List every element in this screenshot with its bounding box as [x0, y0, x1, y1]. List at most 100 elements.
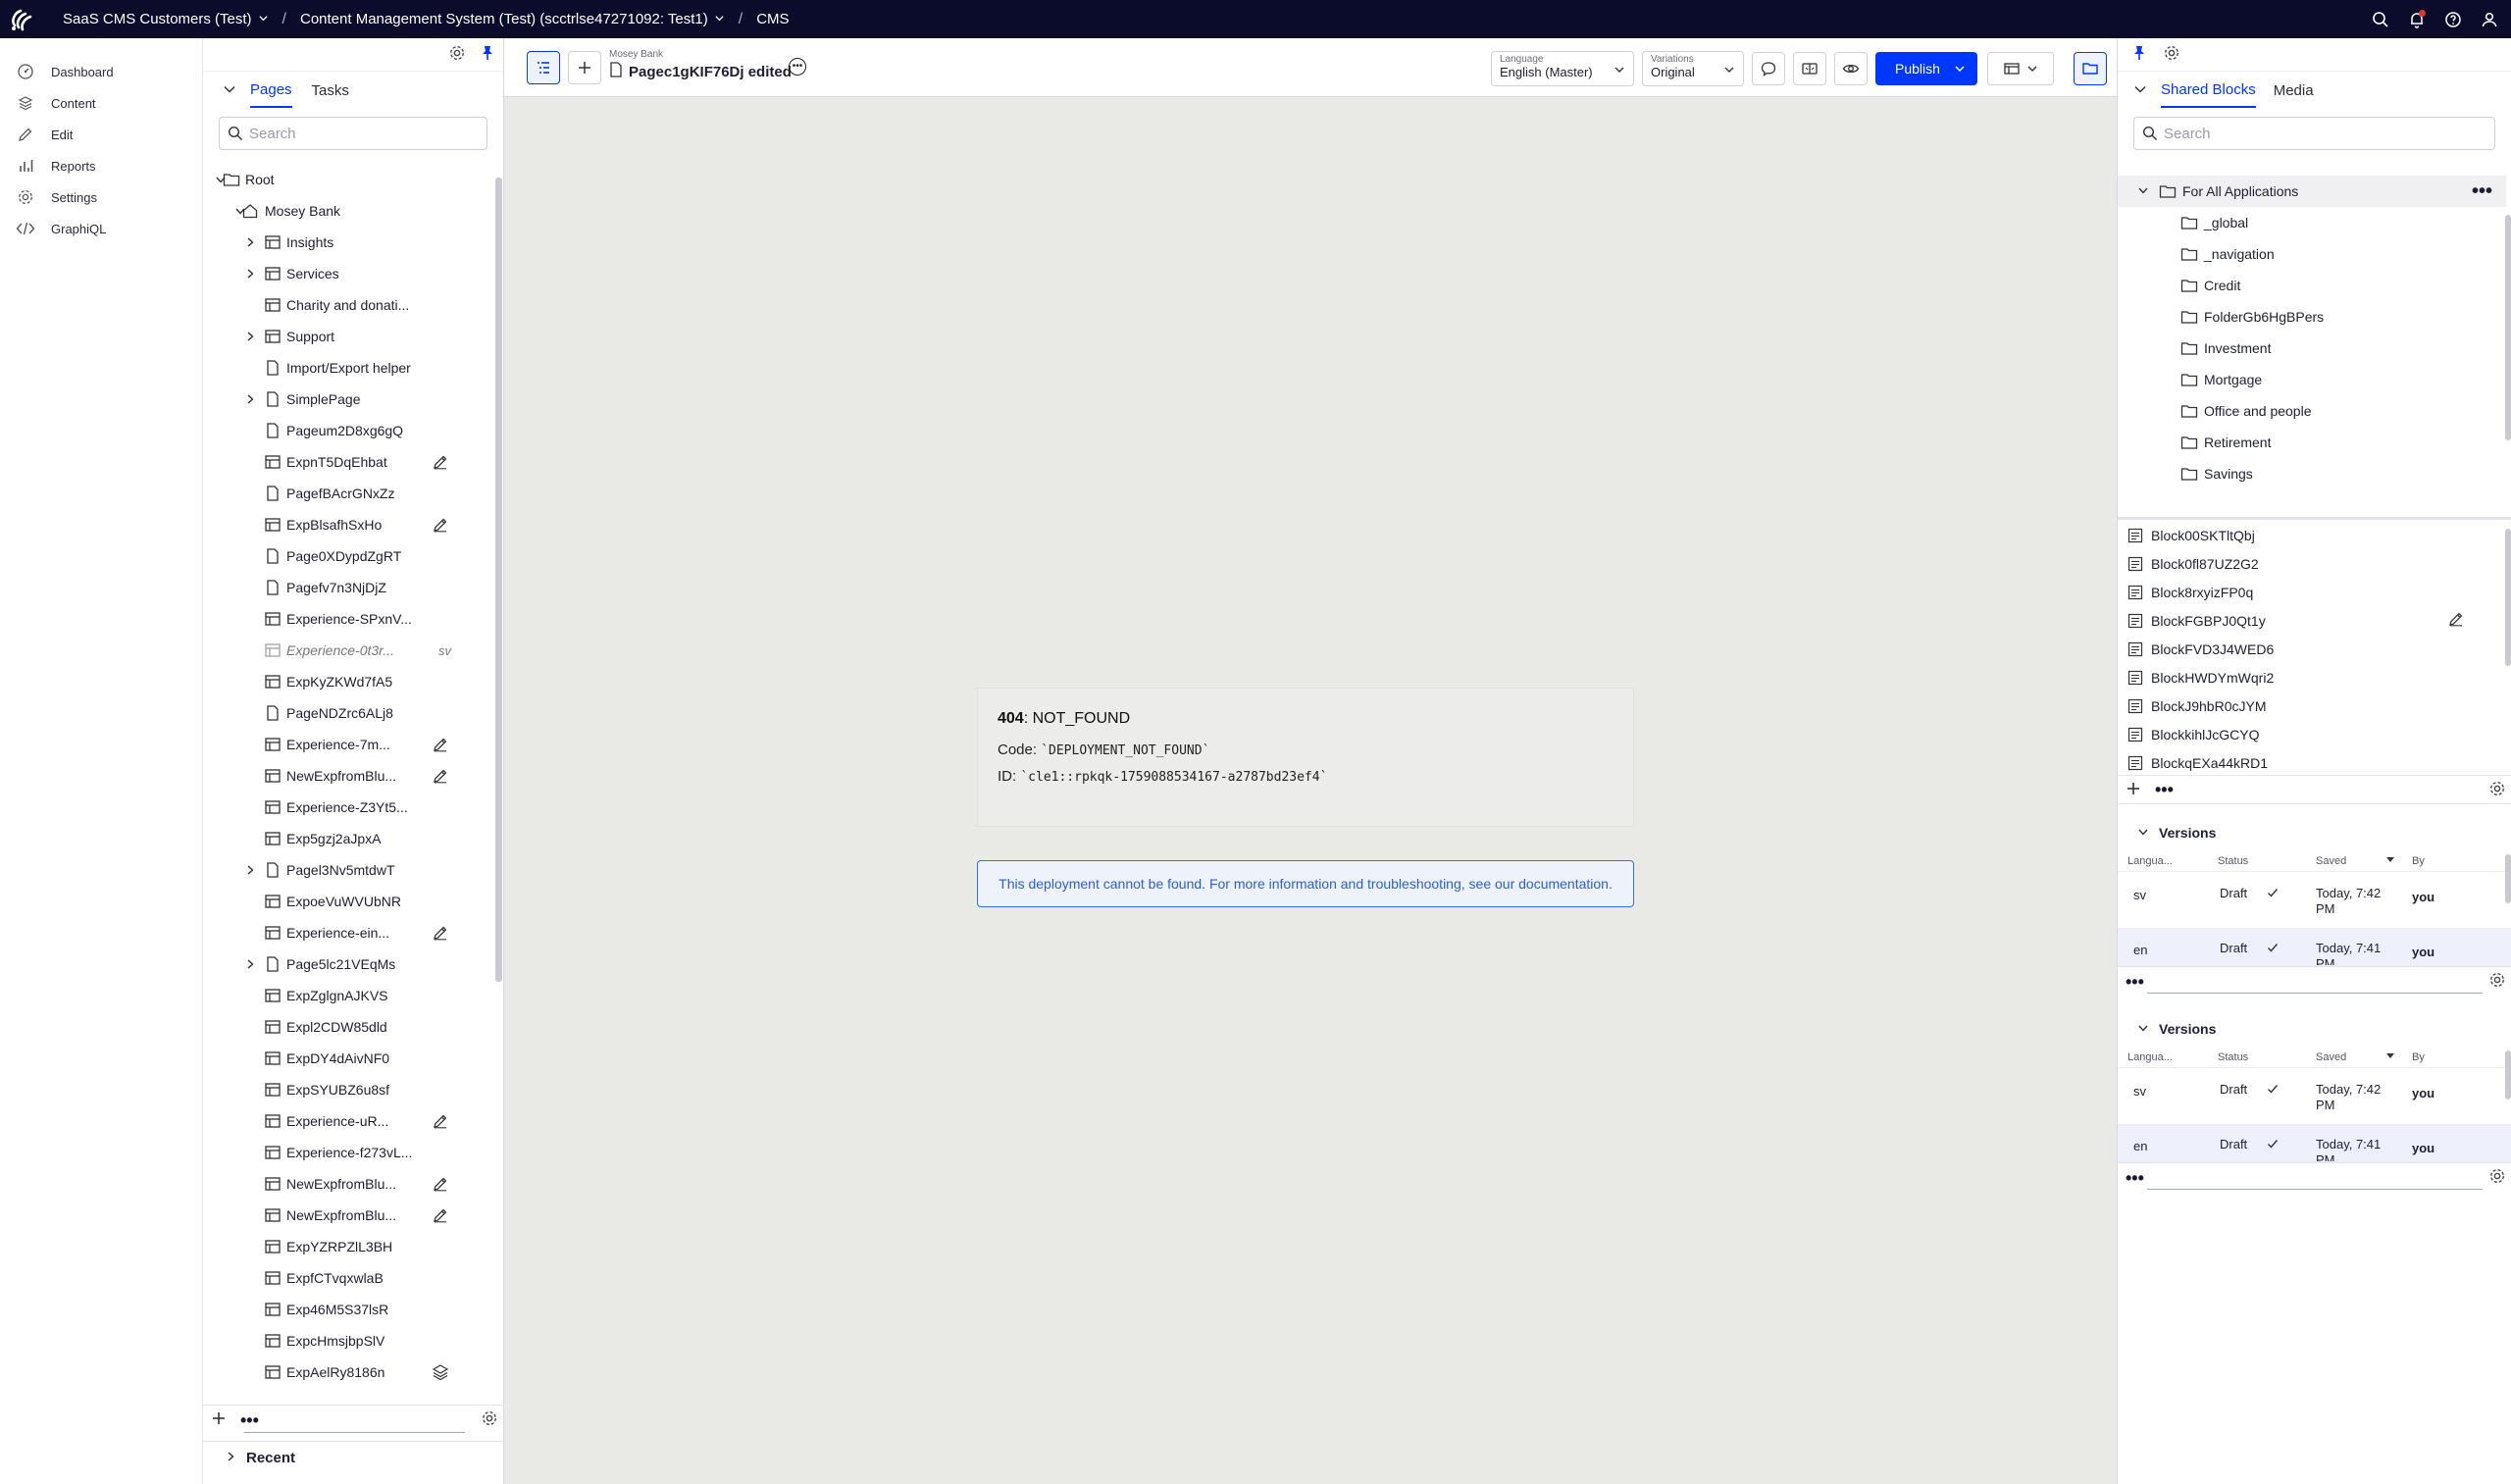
versions-scrollbar[interactable]: [2505, 1050, 2511, 1100]
breadcrumb-item[interactable]: CMS: [756, 11, 789, 27]
folder-item[interactable]: _global: [2118, 207, 2506, 238]
folder-item[interactable]: Mortgage: [2118, 364, 2506, 395]
tree-item[interactable]: Experience-Z3Yt5...: [203, 792, 495, 823]
nav-item-edit[interactable]: Edit: [0, 119, 202, 150]
pin-icon[interactable]: [480, 45, 495, 64]
tree-item[interactable]: Page5lc21VEqMs: [203, 948, 495, 980]
tree-item[interactable]: SimplePage: [203, 384, 495, 415]
column-header-status[interactable]: Status: [2218, 1051, 2248, 1063]
tree-item[interactable]: Services: [203, 258, 495, 289]
more-options-icon[interactable]: •••: [2126, 1169, 2144, 1187]
tree-item[interactable]: ExpoeVuWVUbNR: [203, 886, 495, 917]
shared-block-item[interactable]: BlockkihlJcGCYQ: [2118, 720, 2506, 748]
folder-item[interactable]: Savings: [2118, 458, 2506, 489]
gear-icon[interactable]: [481, 1409, 498, 1430]
help-icon[interactable]: [2443, 10, 2463, 29]
folder-root[interactable]: For All Applications •••: [2118, 176, 2506, 207]
tree-item[interactable]: ExpDY4dAivNF0: [203, 1043, 495, 1074]
more-options-icon[interactable]: •••: [2126, 973, 2144, 991]
sort-desc-icon[interactable]: [2385, 854, 2395, 867]
tree-item[interactable]: NewExpfromBlu...: [203, 1168, 495, 1200]
publish-button[interactable]: Publish: [1875, 52, 1977, 85]
tree-item[interactable]: ExpnT5DqEhbat: [203, 446, 495, 478]
breadcrumb-item[interactable]: SaaS CMS Customers (Test): [63, 11, 269, 27]
tree-item[interactable]: ExpSYUBZ6u8sf: [203, 1074, 495, 1105]
sort-desc-icon[interactable]: [2385, 1050, 2395, 1063]
tree-item[interactable]: ExpBlsafhSxHo: [203, 509, 495, 540]
tree-item[interactable]: ExpcHmsjbpSlV: [203, 1325, 495, 1356]
chevron-right-icon[interactable]: [244, 268, 256, 280]
tree-item[interactable]: Root: [203, 164, 495, 195]
version-row[interactable]: sv Draft Today, 7:42 PM you: [2118, 872, 2511, 929]
panel-splitter[interactable]: [2118, 517, 2511, 520]
language-select[interactable]: Language English (Master): [1491, 51, 1634, 86]
versions-header[interactable]: Versions: [2118, 1011, 2511, 1047]
chevron-right-icon[interactable]: [244, 958, 256, 970]
search-icon[interactable]: [2371, 10, 2390, 29]
tree-item[interactable]: Exp46M5S37lsR: [203, 1294, 495, 1325]
tree-item[interactable]: Mosey Bank: [203, 195, 495, 227]
gear-icon[interactable]: [2488, 1167, 2506, 1188]
preview-button[interactable]: [1834, 52, 1868, 85]
chevron-right-icon[interactable]: [244, 236, 256, 248]
optimizely-logo-icon[interactable]: [0, 0, 43, 38]
shared-block-item[interactable]: Block0fl87UZ2G2: [2118, 549, 2506, 578]
tree-item[interactable]: Support: [203, 321, 495, 352]
tree-scrollbar[interactable]: [495, 178, 502, 982]
tree-item[interactable]: ExpKyZKWd7fA5: [203, 666, 495, 697]
version-row[interactable]: sv Draft Today, 7:42 PM you: [2118, 1068, 2511, 1125]
tree-item[interactable]: ExpAelRy8186n: [203, 1356, 495, 1388]
tree-item[interactable]: ExpYZRPZlL3BH: [203, 1231, 495, 1262]
version-row[interactable]: en Draft Today, 7:41 PM you: [2118, 1125, 2511, 1162]
add-icon[interactable]: [2126, 781, 2141, 799]
folder-item[interactable]: Office and people: [2118, 395, 2506, 427]
tree-item[interactable]: Page0XDypdZgRT: [203, 540, 495, 572]
more-options-icon[interactable]: •••: [2155, 781, 2174, 798]
more-options-icon[interactable]: •••: [2472, 181, 2492, 201]
shared-block-item[interactable]: Block8rxyizFP0q: [2118, 578, 2506, 606]
shared-block-item[interactable]: BlockJ9hbR0cJYM: [2118, 691, 2506, 720]
tree-item[interactable]: ExpfCTvqxwlaB: [203, 1262, 495, 1294]
shared-block-item[interactable]: BlockFVD3J4WED6: [2118, 635, 2506, 663]
shared-block-item[interactable]: BlockHWDYmWqri2: [2118, 663, 2506, 691]
column-header-lang[interactable]: Langua...: [2127, 1051, 2173, 1063]
tree-item[interactable]: Experience-uR...: [203, 1105, 495, 1137]
nav-item-content[interactable]: Content: [0, 87, 202, 119]
nav-item-dashboard[interactable]: Dashboard: [0, 56, 202, 87]
tree-item[interactable]: Experience-0t3r... sv: [203, 635, 495, 666]
shared-block-item[interactable]: Block00SKTltQbj: [2118, 521, 2506, 549]
tree-item[interactable]: Expl2CDW85dld: [203, 1011, 495, 1043]
create-content-button[interactable]: [568, 51, 601, 84]
tree-item[interactable]: NewExpfromBlu...: [203, 1200, 495, 1231]
tree-item[interactable]: PageNDZrc6ALj8: [203, 697, 495, 729]
versions-scrollbar[interactable]: [2505, 854, 2511, 903]
column-header-saved[interactable]: Saved: [2316, 1051, 2346, 1063]
tree-item[interactable]: Experience-7m...: [203, 729, 495, 760]
variations-select[interactable]: Variations Original: [1642, 51, 1744, 86]
column-header-status[interactable]: Status: [2218, 855, 2248, 867]
folder-scrollbar[interactable]: [2505, 215, 2511, 440]
tab-shared-blocks[interactable]: Shared Blocks: [2161, 74, 2256, 108]
notifications-bell-icon[interactable]: [2407, 9, 2427, 29]
breadcrumb-item[interactable]: Content Management System (Test) (scctrl…: [300, 11, 725, 27]
tab-tasks[interactable]: Tasks: [312, 75, 349, 107]
nav-item-reports[interactable]: Reports: [0, 150, 202, 181]
more-options-icon[interactable]: •••: [240, 1411, 259, 1429]
tree-item[interactable]: Charity and donati...: [203, 289, 495, 321]
folder-item[interactable]: Investment: [2118, 333, 2506, 364]
nav-item-settings[interactable]: Settings: [0, 181, 202, 213]
collapse-chevron-icon[interactable]: [2133, 82, 2147, 99]
column-header-by[interactable]: By: [2412, 855, 2425, 867]
user-profile-icon[interactable]: [2480, 10, 2499, 29]
tree-item[interactable]: Import/Export helper: [203, 352, 495, 384]
add-icon[interactable]: [211, 1410, 227, 1429]
tree-item[interactable]: Exp5gzj2aJpxA: [203, 823, 495, 854]
folder-item[interactable]: FolderGb6HgBPers: [2118, 301, 2506, 333]
pin-icon[interactable]: [2131, 45, 2147, 64]
tree-item[interactable]: Pagel3Nv5mtdwT: [203, 854, 495, 886]
page-tree-search-input[interactable]: Search: [219, 117, 487, 150]
error-note[interactable]: This deployment cannot be found. For mor…: [977, 860, 1634, 907]
collapse-chevron-icon[interactable]: [223, 82, 236, 99]
column-header-saved[interactable]: Saved: [2316, 855, 2346, 867]
compare-button[interactable]: [1793, 52, 1826, 85]
